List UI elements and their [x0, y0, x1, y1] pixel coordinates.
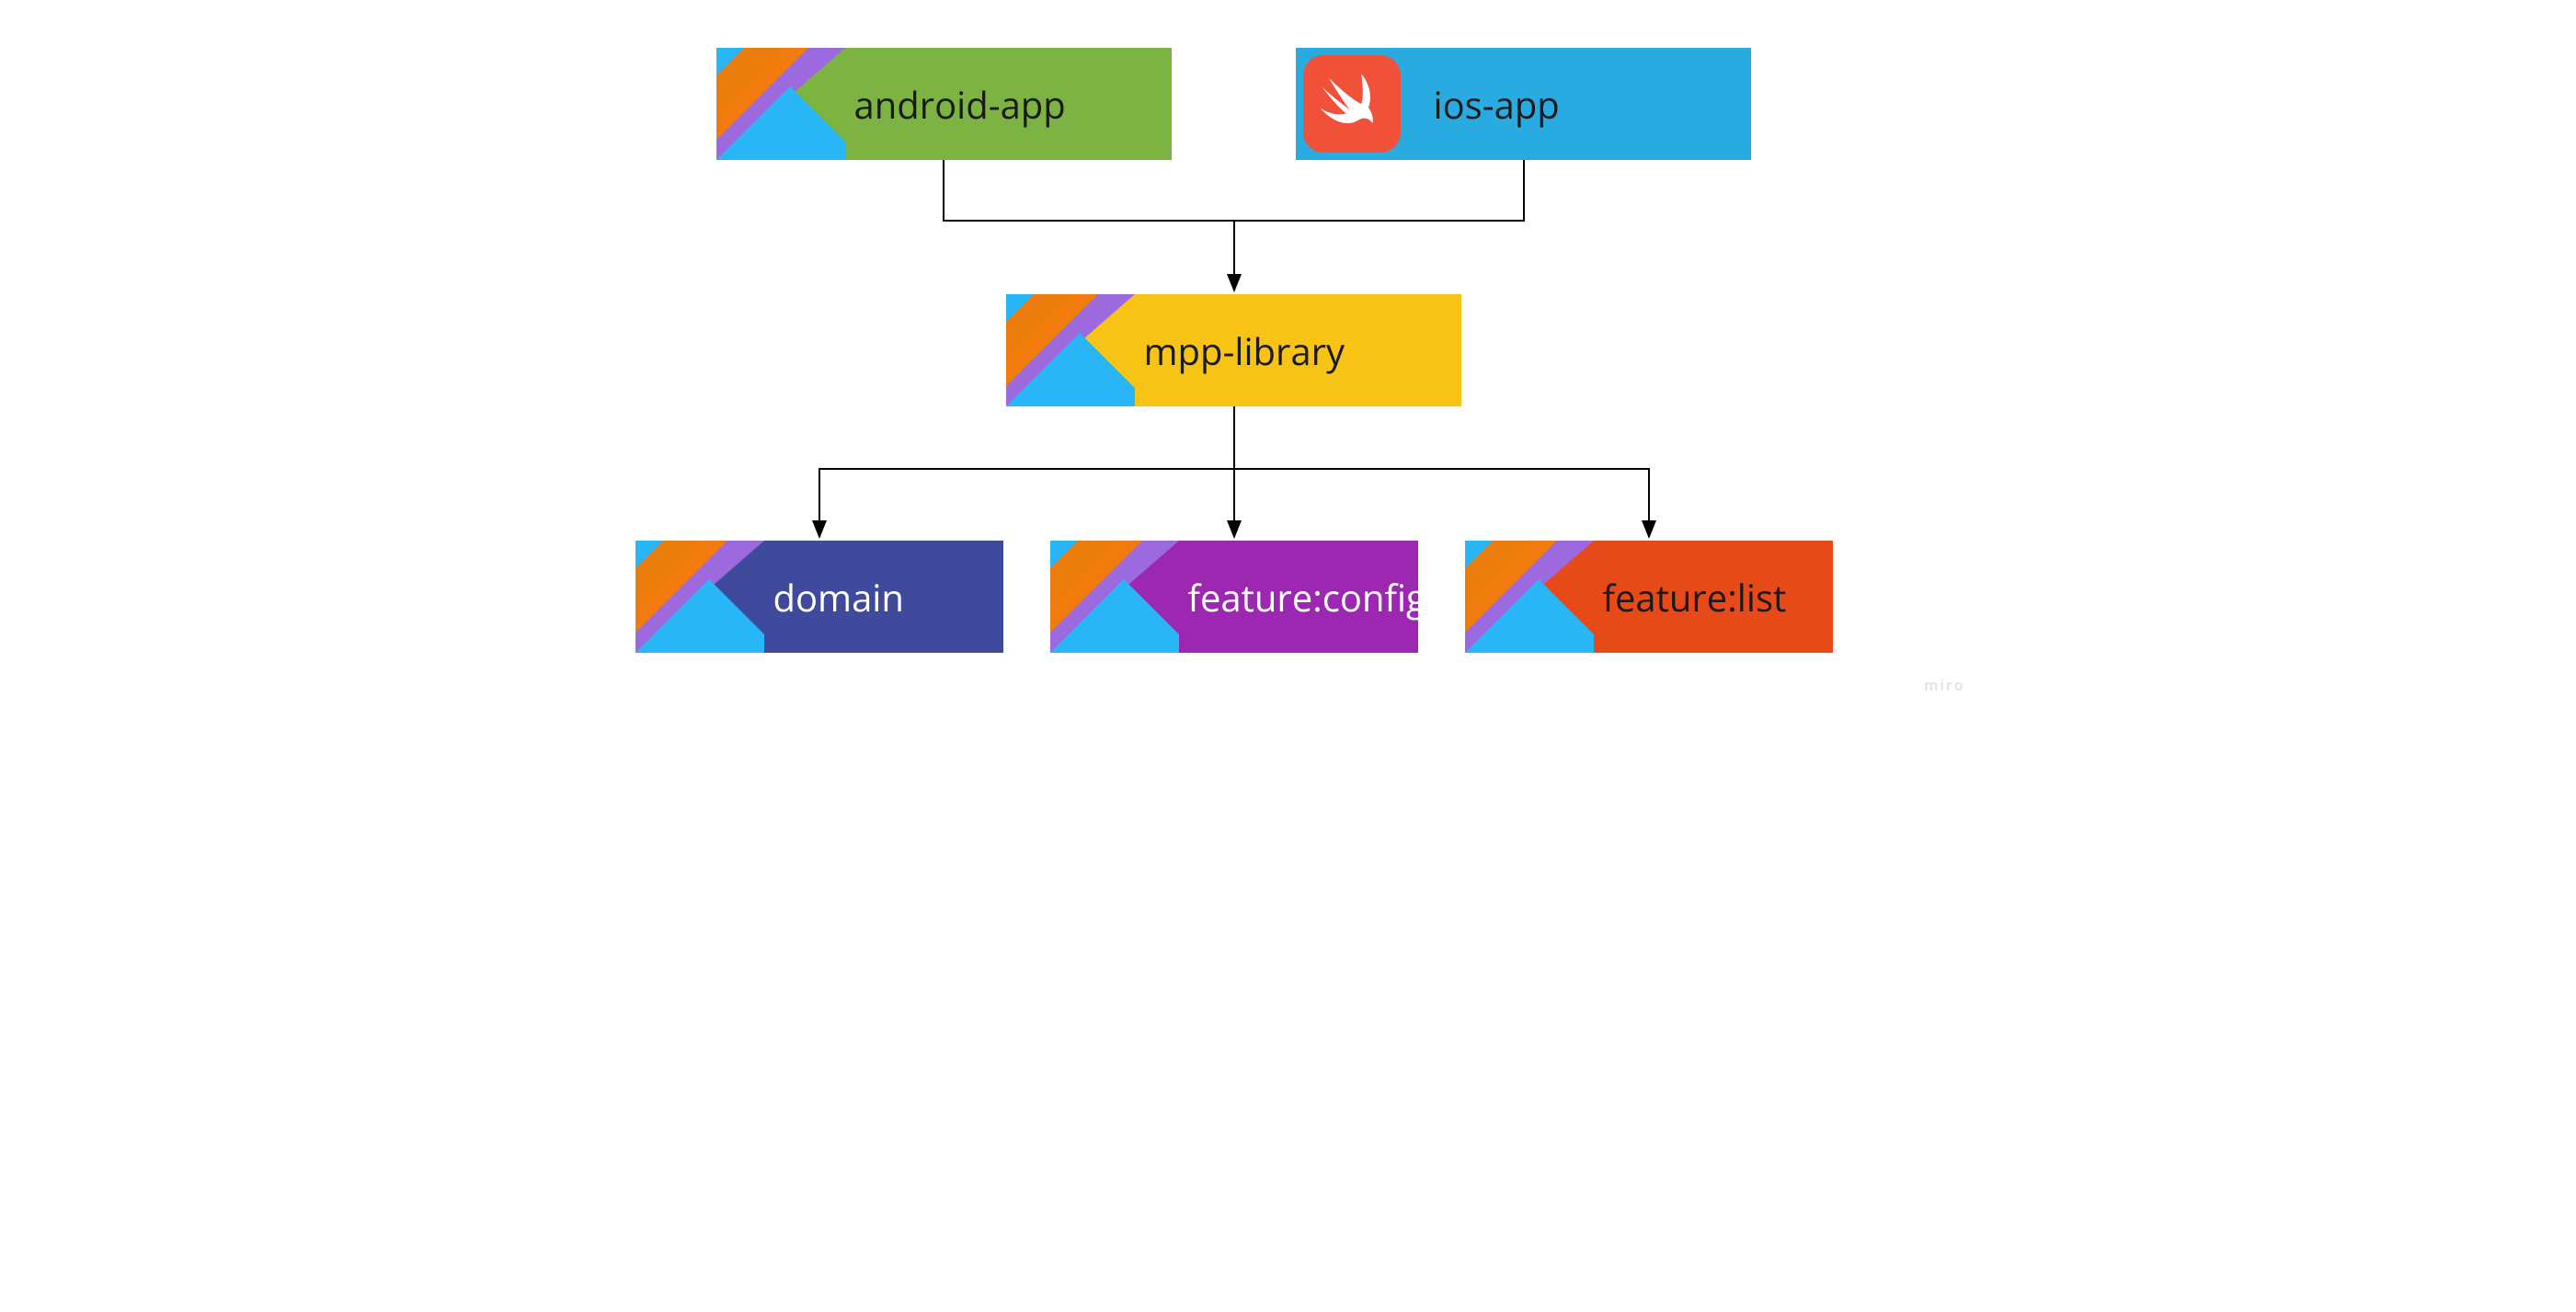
node-label: feature:config — [1188, 572, 1418, 622]
kotlin-icon — [1465, 541, 1594, 653]
node-label: ios-app — [1434, 79, 1560, 130]
edge-mpp-to-list — [1234, 406, 1649, 537]
node-domain: domain — [635, 541, 1003, 653]
node-feature-config: feature:config — [1050, 541, 1418, 653]
node-label: feature:list — [1603, 572, 1787, 622]
node-label: mpp-library — [1144, 325, 1345, 376]
node-android-app: android-app — [716, 48, 1172, 160]
swift-icon — [1303, 55, 1401, 153]
diagram-canvas: android-app ios-app mpp-library — [599, 0, 1978, 702]
edge-mpp-to-domain — [819, 406, 1234, 537]
kotlin-icon — [1050, 541, 1179, 653]
node-mpp-library: mpp-library — [1006, 294, 1461, 406]
watermark: miro — [1924, 675, 1964, 695]
node-label: android-app — [854, 79, 1066, 130]
node-feature-list: feature:list — [1465, 541, 1833, 653]
kotlin-icon — [1006, 294, 1135, 406]
kotlin-icon — [716, 48, 845, 160]
edge-android-to-mpp — [944, 160, 1234, 291]
edge-ios-to-mpp — [1234, 160, 1524, 221]
node-ios-app: ios-app — [1296, 48, 1751, 160]
node-label: domain — [773, 572, 904, 622]
kotlin-icon — [635, 541, 764, 653]
